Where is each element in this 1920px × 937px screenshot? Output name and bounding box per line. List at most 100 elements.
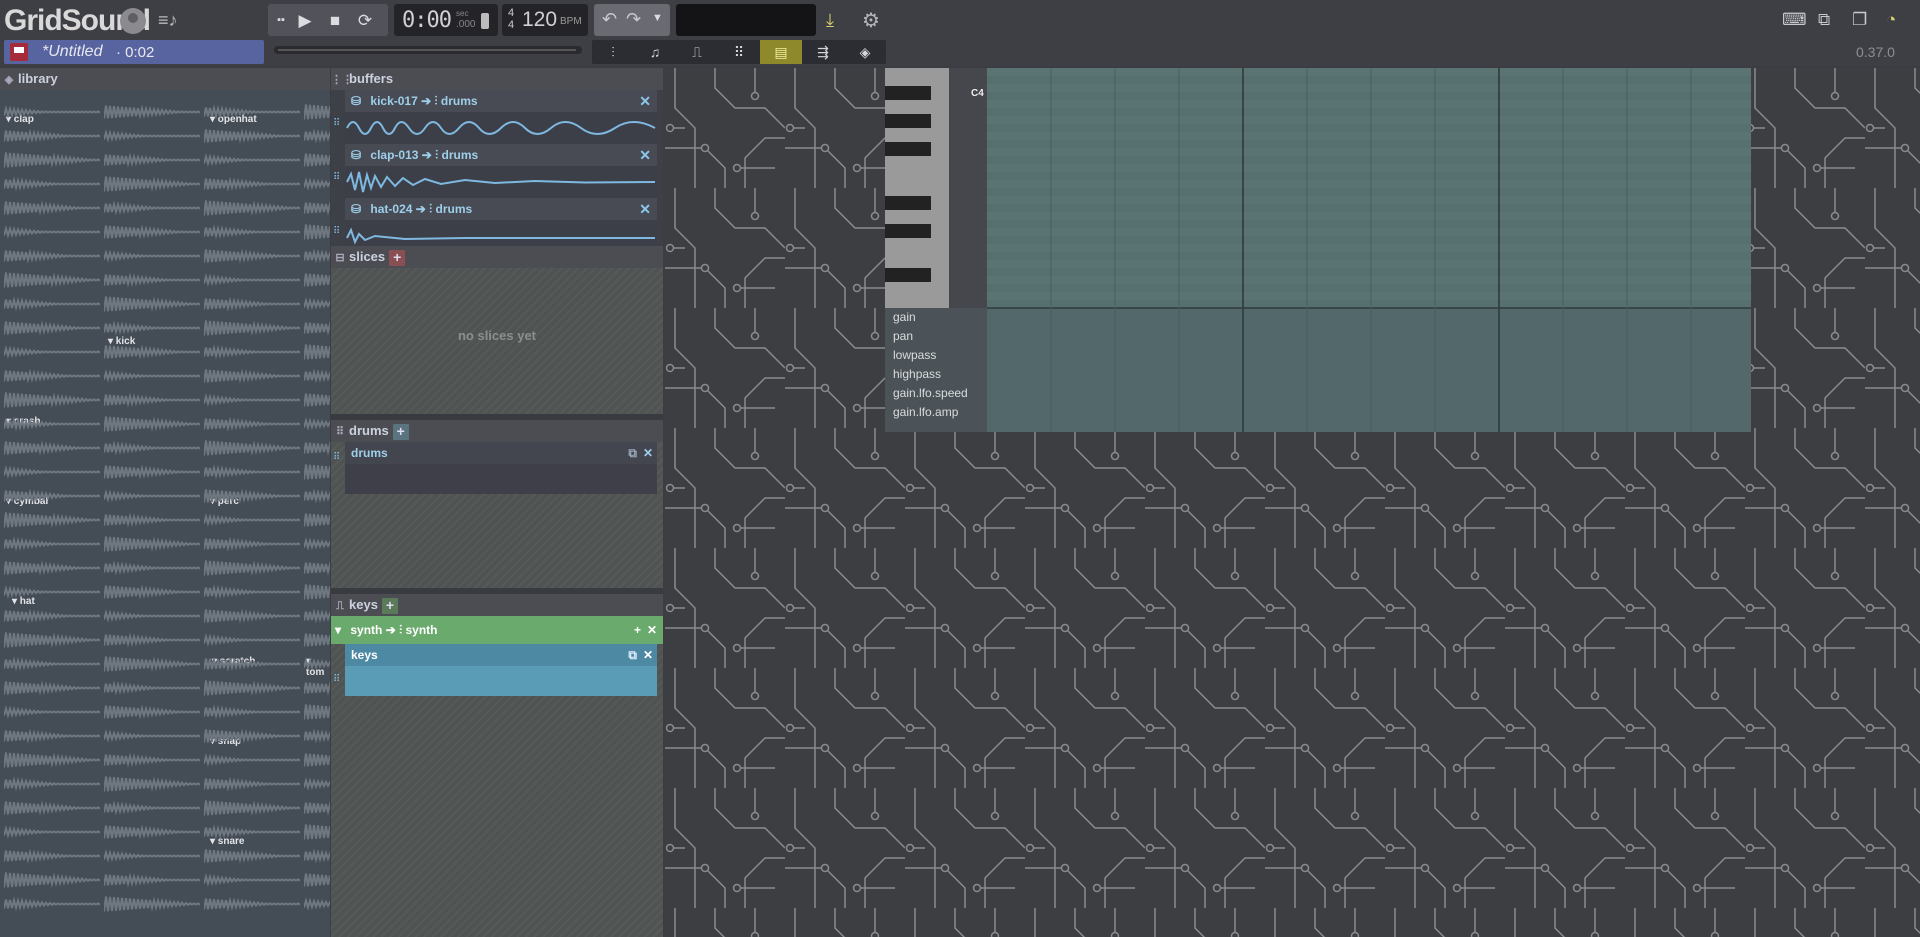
shortcuts-icon[interactable]: ⧉ — [1818, 10, 1830, 30]
note-row[interactable] — [987, 252, 1751, 260]
save-icon[interactable] — [10, 43, 28, 61]
library-sample[interactable] — [203, 340, 301, 364]
library-sample[interactable] — [203, 292, 301, 316]
library-sample[interactable] — [103, 604, 201, 628]
library-sample[interactable] — [103, 460, 201, 484]
library-sample[interactable] — [103, 796, 201, 820]
note-row[interactable] — [987, 204, 1751, 212]
library-sample[interactable] — [203, 628, 301, 652]
note-row[interactable] — [987, 76, 1751, 84]
library-sample[interactable] — [103, 556, 201, 580]
cookie-icon[interactable]: ◔ — [1886, 10, 1896, 30]
library-sample[interactable] — [303, 100, 330, 124]
library-sample[interactable] — [303, 892, 330, 916]
note-row[interactable] — [987, 180, 1751, 188]
library-sample[interactable] — [203, 820, 301, 844]
note-row[interactable] — [987, 100, 1751, 108]
library-sample[interactable] — [203, 412, 301, 436]
project-bar[interactable]: *Untitled · 0:02 — [4, 40, 264, 64]
piano-keys[interactable]: C4 — [885, 68, 987, 308]
library-sample[interactable] — [303, 604, 330, 628]
close-icon[interactable]: ✕ — [639, 90, 651, 112]
note-row[interactable] — [987, 236, 1751, 244]
library-sample[interactable] — [3, 796, 101, 820]
library-sample[interactable] — [103, 364, 201, 388]
library-sample[interactable] — [3, 892, 101, 916]
note-row[interactable] — [987, 220, 1751, 228]
library-sample[interactable] — [203, 676, 301, 700]
library-sample[interactable] — [303, 628, 330, 652]
library-sample[interactable] — [3, 556, 101, 580]
note-row[interactable] — [987, 124, 1751, 132]
library-sample[interactable] — [203, 580, 301, 604]
bpm-value[interactable]: 120 — [522, 8, 557, 32]
library-sample[interactable] — [3, 196, 101, 220]
library-sample[interactable] — [303, 148, 330, 172]
library-sample[interactable] — [3, 388, 101, 412]
library-sample[interactable] — [103, 844, 201, 868]
library-sample[interactable] — [303, 796, 330, 820]
library-sample[interactable] — [103, 676, 201, 700]
drums-icon[interactable]: ⎍ — [676, 40, 718, 64]
chevron-down-icon[interactable]: ▾ — [335, 623, 341, 637]
library-sample[interactable] — [303, 220, 330, 244]
library-sample[interactable] — [303, 580, 330, 604]
note-row[interactable] — [987, 68, 1751, 76]
library-sample[interactable] — [203, 484, 301, 508]
library-sample[interactable] — [3, 868, 101, 892]
library-sample[interactable] — [303, 340, 330, 364]
library-sample[interactable] — [3, 604, 101, 628]
library-sample[interactable] — [303, 724, 330, 748]
library-sample[interactable] — [103, 388, 201, 412]
library-sample[interactable] — [103, 100, 201, 124]
pianoroll-icon[interactable]: ▤ — [760, 40, 802, 64]
library-sample[interactable] — [303, 412, 330, 436]
buffer-dest[interactable]: drums — [436, 202, 473, 216]
library-sample[interactable] — [203, 556, 301, 580]
loop-icon[interactable]: ⟳ — [354, 10, 376, 32]
note-row[interactable] — [987, 244, 1751, 252]
note-grid[interactable] — [987, 68, 1751, 432]
library-sample[interactable] — [203, 196, 301, 220]
note-row[interactable] — [987, 300, 1751, 308]
library-sample[interactable] — [3, 220, 101, 244]
add-icon[interactable]: + — [634, 616, 641, 644]
library-sample[interactable] — [3, 412, 101, 436]
library-sample[interactable] — [103, 628, 201, 652]
automation-item[interactable]: lowpass — [885, 346, 987, 365]
pattern-preview[interactable] — [345, 464, 657, 494]
seek-slider[interactable] — [274, 46, 582, 54]
library-sample[interactable] — [3, 292, 101, 316]
library-sample[interactable] — [203, 148, 301, 172]
library-sample[interactable] — [3, 844, 101, 868]
note-row[interactable] — [987, 132, 1751, 140]
library-sample[interactable] — [3, 748, 101, 772]
library-sample[interactable] — [3, 100, 101, 124]
library-sample[interactable] — [103, 220, 201, 244]
library-sample[interactable] — [3, 772, 101, 796]
drag-handle-icon[interactable]: ⠿ — [333, 452, 343, 464]
buffer-row[interactable]: ⛁ clap-013 ➔ ⫶ drums ✕ — [345, 144, 657, 166]
library-sample[interactable] — [303, 124, 330, 148]
library-sample[interactable] — [303, 268, 330, 292]
layers-icon[interactable]: ◈ — [844, 40, 886, 64]
note-row[interactable] — [987, 268, 1751, 276]
library-sample[interactable] — [103, 172, 201, 196]
play-icon[interactable]: ▶ — [294, 10, 316, 32]
note-row[interactable] — [987, 260, 1751, 268]
library-sample[interactable] — [203, 796, 301, 820]
library-sample[interactable] — [303, 844, 330, 868]
library-sample[interactable] — [303, 436, 330, 460]
library-sample[interactable] — [303, 388, 330, 412]
automation-item[interactable]: highpass — [885, 365, 987, 384]
library-sample[interactable] — [303, 316, 330, 340]
library-sample[interactable] — [203, 772, 301, 796]
close-icon[interactable]: ✕ — [647, 616, 657, 644]
library-sample[interactable] — [3, 652, 101, 676]
automation-item[interactable]: gain.lfo.speed — [885, 384, 987, 403]
time-signature[interactable]: 4 4 — [508, 7, 514, 31]
library-sample[interactable] — [203, 388, 301, 412]
library-sample[interactable] — [3, 244, 101, 268]
note-row[interactable] — [987, 84, 1751, 92]
automation-item[interactable]: gain.lfo.amp — [885, 403, 987, 422]
